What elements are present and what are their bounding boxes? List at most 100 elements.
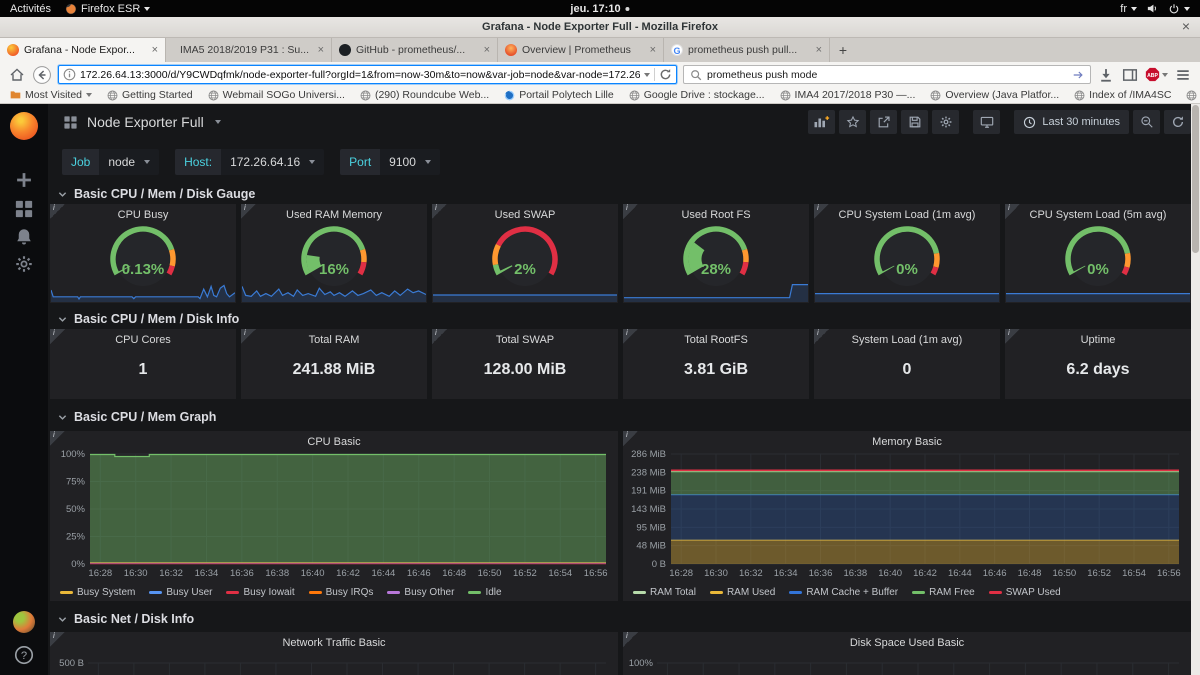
panel-title[interactable]: Total SWAP [446, 334, 604, 346]
panel-used-ram-memory[interactable]: iUsed RAM Memory16% [241, 204, 427, 303]
url-bar[interactable] [58, 65, 677, 84]
panel-total-rootfs[interactable]: iTotal RootFS3.81 GiB [623, 329, 809, 399]
panel-title[interactable]: System Load (1m avg) [828, 334, 986, 346]
panel-title[interactable]: Network Traffic Basic [64, 637, 604, 649]
tab-close-button[interactable]: × [484, 44, 490, 56]
panel-cpu-system-load-1m-avg[interactable]: iCPU System Load (1m avg)0% [814, 204, 1000, 303]
bookmark-item[interactable]: Google Drive : stockage... [629, 89, 765, 101]
panel-total-ram[interactable]: iTotal RAM241.88 MiB [241, 329, 427, 399]
bookmark-item[interactable]: Portail Polytech Lille [504, 89, 614, 101]
panel-title[interactable]: Total RootFS [637, 334, 795, 346]
panel-title[interactable]: Used SWAP [446, 209, 604, 221]
downloads-button[interactable] [1097, 67, 1115, 83]
grafana-logo[interactable] [10, 112, 38, 140]
panel-memory-basic[interactable]: iMemory Basic0 B48 MiB95 MiB143 MiB191 M… [623, 431, 1191, 601]
panel-title[interactable]: CPU Basic [64, 436, 604, 448]
save-button[interactable] [901, 110, 928, 134]
tab-close-button[interactable]: × [816, 44, 822, 56]
panel-info-corner[interactable]: i [50, 632, 65, 647]
search-bar[interactable] [683, 65, 1091, 84]
browser-tab[interactable]: Overview | Prometheus× [498, 38, 664, 62]
panel-title[interactable]: Used Root FS [637, 209, 795, 221]
scrollbar[interactable] [1191, 104, 1200, 675]
panel-info-corner[interactable]: i [1005, 329, 1020, 344]
panel-title[interactable]: Uptime [1019, 334, 1177, 346]
window-close-button[interactable]: × [1182, 18, 1190, 34]
panel-total-swap[interactable]: iTotal SWAP128.00 MiB [432, 329, 618, 399]
app-menu[interactable]: Firefox ESR [65, 3, 150, 15]
panel-cpu-system-load-5m-avg[interactable]: iCPU System Load (5m avg)0% [1005, 204, 1191, 303]
avatar[interactable] [13, 611, 35, 633]
legend-item[interactable]: Busy Iowait [226, 587, 294, 598]
panel-title[interactable]: Used RAM Memory [255, 209, 413, 221]
panel-system-load-1m-avg[interactable]: iSystem Load (1m avg)0 [814, 329, 1000, 399]
alerting-bell-icon[interactable] [14, 227, 34, 247]
panel-info-corner[interactable]: i [814, 329, 829, 344]
tab-close-button[interactable]: × [318, 44, 324, 56]
create-add-icon[interactable] [14, 170, 34, 190]
panel-info-corner[interactable]: i [623, 329, 638, 344]
legend-item[interactable]: Idle [468, 587, 501, 598]
section-info[interactable]: Basic CPU / Mem / Disk Info [58, 309, 1199, 329]
search-input[interactable] [707, 69, 1067, 81]
url-input[interactable] [80, 69, 640, 81]
time-range-button[interactable]: Last 30 minutes [1014, 110, 1129, 134]
browser-tab[interactable]: IMA5 2018/2019 P31 : Su...× [166, 38, 332, 62]
panel-cpu-busy[interactable]: iCPU Busy0.13% [50, 204, 236, 303]
scrollbar-thumb[interactable] [1192, 105, 1199, 253]
browser-tab[interactable]: GitHub - prometheus/...× [332, 38, 498, 62]
volume-icon[interactable] [1146, 2, 1159, 15]
variable-value-dropdown[interactable]: 9100 [380, 149, 440, 175]
panel-info-corner[interactable]: i [50, 329, 65, 344]
bookmark-item[interactable]: Overview (Java Platfor... [930, 89, 1059, 101]
panel-info-corner[interactable]: i [623, 632, 638, 647]
url-dropdown-icon[interactable] [644, 73, 650, 77]
panel-info-corner[interactable]: i [623, 204, 638, 219]
legend-item[interactable]: Busy User [149, 587, 212, 598]
add-panel-button[interactable] [808, 110, 835, 134]
legend-item[interactable]: Busy IRQs [309, 587, 374, 598]
variable-value-dropdown[interactable]: 172.26.64.16 [221, 149, 324, 175]
panel-used-root-fs[interactable]: iUsed Root FS28% [623, 204, 809, 303]
legend-item[interactable]: RAM Free [912, 587, 975, 598]
share-button[interactable] [870, 110, 897, 134]
star-button[interactable] [839, 110, 866, 134]
panel-disk-space-used-basic[interactable]: iDisk Space Used Basic100% [623, 632, 1191, 675]
panel-info-corner[interactable]: i [432, 329, 447, 344]
variable-value-dropdown[interactable]: node [99, 149, 159, 175]
section-net[interactable]: Basic Net / Disk Info [58, 609, 1199, 629]
keyboard-layout-menu[interactable]: fr [1120, 3, 1137, 15]
home-button[interactable] [8, 67, 26, 83]
sidebar-toggle-button[interactable] [1121, 67, 1139, 83]
panel-uptime[interactable]: iUptime6.2 days [1005, 329, 1191, 399]
tv-mode-button[interactable] [973, 110, 1000, 134]
site-info-icon[interactable] [63, 68, 76, 81]
go-arrow-icon[interactable] [1072, 69, 1084, 81]
legend-item[interactable]: Busy System [60, 587, 135, 598]
panel-title[interactable]: CPU Busy [64, 209, 222, 221]
new-tab-button[interactable]: + [830, 38, 856, 62]
dashboards-icon[interactable] [14, 199, 34, 219]
system-menu[interactable] [1168, 3, 1190, 15]
bookmark-item[interactable]: (290) Roundcube Web... [360, 89, 489, 101]
adblock-button[interactable]: ABP [1145, 67, 1168, 82]
bookmark-item[interactable]: Webmail SOGo Universi... [208, 89, 345, 101]
dashboard-title-button[interactable]: Node Exporter Full [63, 114, 221, 130]
panel-info-corner[interactable]: i [241, 204, 256, 219]
panel-title[interactable]: Total RAM [255, 334, 413, 346]
reload-icon[interactable] [659, 68, 672, 81]
menu-button[interactable] [1174, 67, 1192, 83]
legend-item[interactable]: RAM Used [710, 587, 775, 598]
browser-tab[interactable]: Gprometheus push pull...× [664, 38, 830, 62]
panel-info-corner[interactable]: i [814, 204, 829, 219]
zoom-out-button[interactable] [1133, 110, 1160, 134]
panel-info-corner[interactable]: i [50, 431, 65, 446]
panel-title[interactable]: CPU System Load (1m avg) [828, 209, 986, 221]
browser-tab[interactable]: Grafana - Node Expor...× [0, 38, 166, 62]
panel-network-traffic-basic[interactable]: iNetwork Traffic Basic500 B [50, 632, 618, 675]
section-gauge[interactable]: Basic CPU / Mem / Disk Gauge [58, 184, 1199, 204]
configuration-gear-icon[interactable] [14, 254, 34, 274]
panel-title[interactable]: CPU System Load (5m avg) [1019, 209, 1177, 221]
panel-info-corner[interactable]: i [1005, 204, 1020, 219]
panel-cpu-basic[interactable]: iCPU Basic0%25%50%75%100%16:2816:3016:32… [50, 431, 618, 601]
